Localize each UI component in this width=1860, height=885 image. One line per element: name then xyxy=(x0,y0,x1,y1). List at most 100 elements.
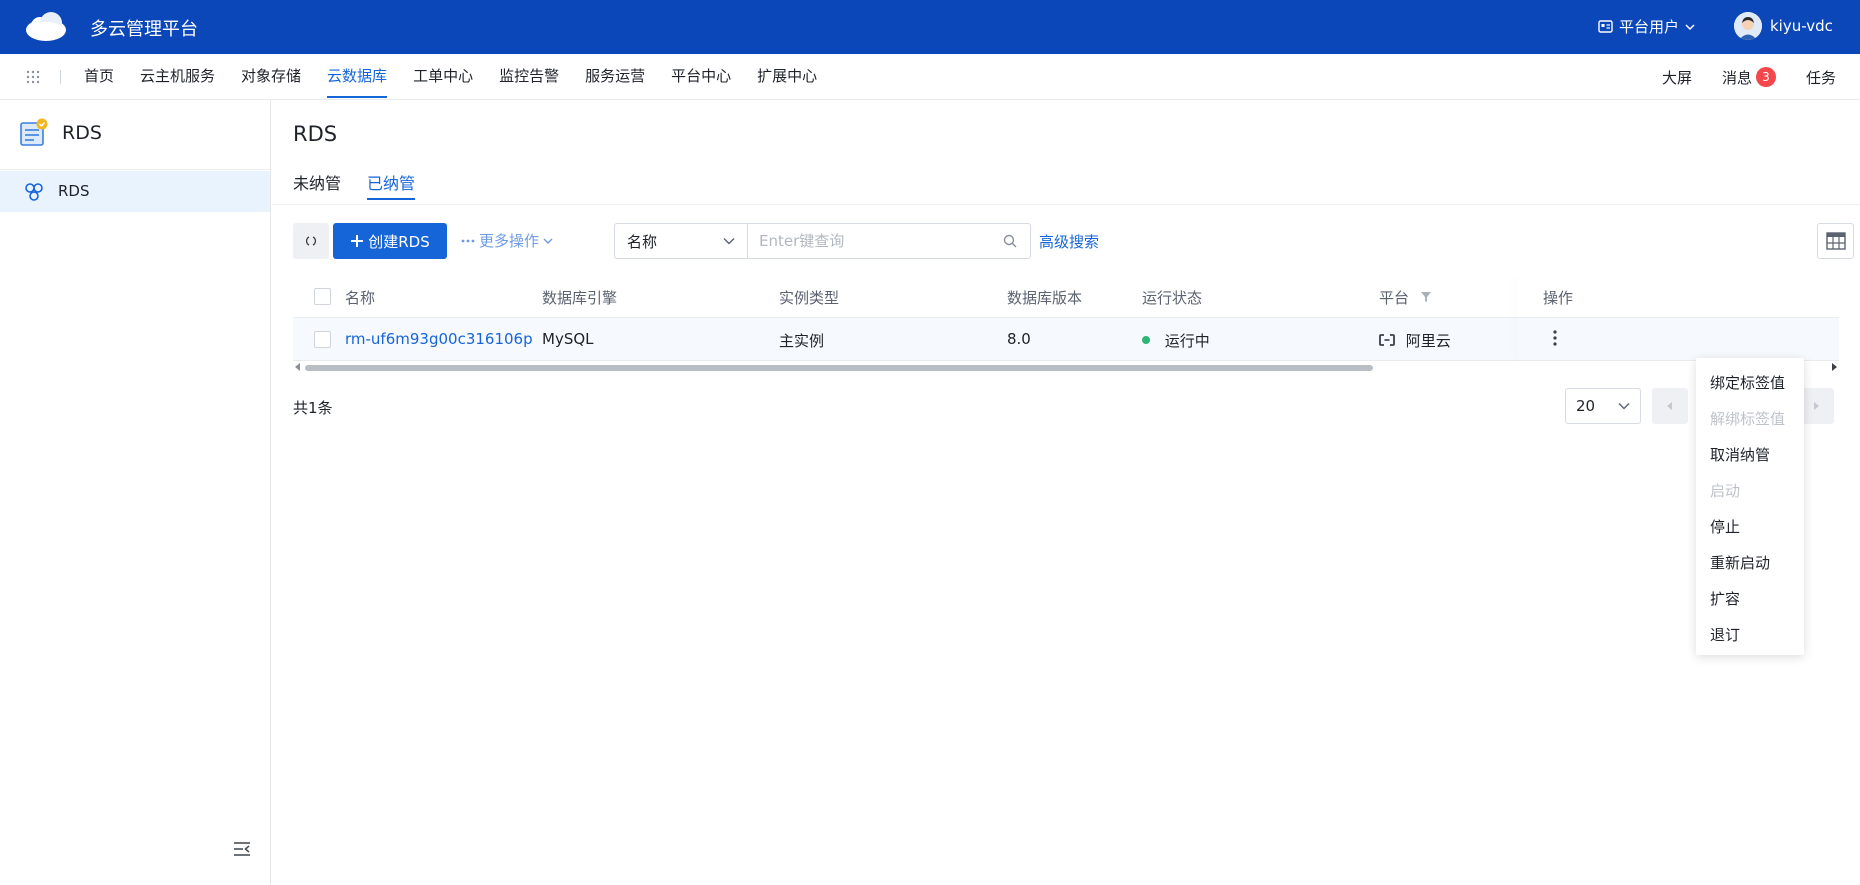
menu-item-scale-up[interactable]: 扩容 xyxy=(1696,581,1804,617)
column-header-platform: 平台 xyxy=(1379,287,1432,308)
tab-divider xyxy=(272,204,1860,205)
app-grid-icon[interactable] xyxy=(26,70,40,84)
sidebar-item-rds[interactable]: RDS xyxy=(0,171,270,212)
prev-page-button[interactable] xyxy=(1652,388,1688,424)
search-field-select[interactable]: 名称 xyxy=(614,223,748,259)
platform-header-label: 平台 xyxy=(1379,289,1410,307)
rds-cluster-icon xyxy=(25,183,43,201)
page-size-select[interactable]: 20 xyxy=(1565,388,1641,424)
top-bar: 多云管理平台 平台用户 kiyu-vdc xyxy=(0,0,1860,54)
big-screen-link[interactable]: 大屏 xyxy=(1662,67,1692,88)
version-value: 8.0 xyxy=(1007,330,1031,348)
rds-table: 名称 数据库引擎 实例类型 数据库版本 运行状态 平台 操作 rm-uf6m93… xyxy=(293,275,1839,371)
platform-user-label: 平台用户 xyxy=(1619,18,1680,36)
nav-item-cloud-host[interactable]: 云主机服务 xyxy=(140,54,215,100)
row-checkbox[interactable] xyxy=(314,331,331,348)
sidebar: RDS RDS xyxy=(0,100,271,885)
chevron-down-icon xyxy=(543,238,553,244)
page-title: RDS xyxy=(293,122,338,146)
more-actions-label: 更多操作 xyxy=(479,232,540,250)
id-card-icon xyxy=(1598,20,1613,33)
menu-item-unbind-tag[interactable]: 解绑标签值 xyxy=(1696,401,1804,437)
refresh-icon xyxy=(305,236,317,246)
database-doc-icon xyxy=(20,118,48,146)
nav-item-cloud-database[interactable]: 云数据库 xyxy=(327,54,388,100)
status-running-dot xyxy=(1142,335,1150,344)
toolbar: 创建RDS 更多操作 名称 高级搜索 xyxy=(293,223,1854,259)
sidebar-header: RDS xyxy=(0,100,270,170)
nav-item-monitoring[interactable]: 监控告警 xyxy=(499,54,559,100)
cloud-logo-icon xyxy=(26,12,66,41)
tab-unmanaged[interactable]: 未纳管 xyxy=(293,170,341,200)
table-header: 名称 数据库引擎 实例类型 数据库版本 运行状态 平台 操作 xyxy=(293,275,1839,318)
menu-item-unmanage[interactable]: 取消纳管 xyxy=(1696,437,1804,473)
rds-instance-name-link[interactable]: rm-uf6m93g00c316106p xyxy=(345,330,533,348)
search-icon[interactable] xyxy=(1003,234,1017,248)
user-menu[interactable]: kiyu-vdc xyxy=(1734,12,1833,40)
aliyun-logo-icon xyxy=(1379,334,1395,346)
tab-managed[interactable]: 已纳管 xyxy=(367,170,416,200)
platform-cell: 阿里云 xyxy=(1379,330,1451,351)
nav-item-extension-center[interactable]: 扩展中心 xyxy=(757,54,817,100)
plus-icon xyxy=(351,235,364,247)
column-header-actions: 操作 xyxy=(1543,289,1574,307)
nav-items: 首页 云主机服务 对象存储 云数据库 工单中心 监控告警 服务运营 平台中心 扩… xyxy=(84,54,843,100)
nav-item-home[interactable]: 首页 xyxy=(84,54,114,100)
avatar xyxy=(1734,12,1762,40)
menu-item-unsubscribe[interactable]: 退订 xyxy=(1696,617,1804,653)
filter-icon[interactable] xyxy=(1420,291,1432,303)
sidebar-title: RDS xyxy=(62,122,102,144)
table-columns-icon xyxy=(1825,232,1846,250)
message-count-badge: 3 xyxy=(1755,67,1776,87)
collapse-sidebar-icon[interactable] xyxy=(232,840,252,858)
platform-user-dropdown[interactable]: 平台用户 xyxy=(1598,16,1695,37)
chevron-down-icon xyxy=(723,238,735,245)
table-row: rm-uf6m93g00c316106p MySQL 主实例 8.0 运行中 阿… xyxy=(293,318,1839,361)
scrollbar-thumb[interactable] xyxy=(305,365,1373,371)
main-content: RDS 未纳管 已纳管 创建RDS 更多操作 名称 Enter键查询 高级搜索 … xyxy=(272,100,1860,885)
username: kiyu-vdc xyxy=(1770,17,1833,35)
chevron-left-icon xyxy=(1667,402,1672,410)
advanced-search-link[interactable]: 高级搜索 xyxy=(1039,231,1099,252)
platform-value: 阿里云 xyxy=(1405,332,1451,350)
select-all-checkbox[interactable] xyxy=(314,288,331,305)
menu-item-start[interactable]: 启动 xyxy=(1696,473,1804,509)
nav-item-ticket-center[interactable]: 工单中心 xyxy=(413,54,473,100)
nav-item-platform-center[interactable]: 平台中心 xyxy=(671,54,731,100)
app-title: 多云管理平台 xyxy=(90,19,198,40)
sidebar-item-label: RDS xyxy=(58,182,90,200)
search-input[interactable] xyxy=(759,225,999,257)
nav-item-object-storage[interactable]: 对象存储 xyxy=(241,54,301,100)
scroll-right-icon[interactable] xyxy=(1831,363,1837,371)
column-header-status: 运行状态 xyxy=(1142,289,1203,307)
status-value: 运行中 xyxy=(1164,332,1210,350)
nav-divider xyxy=(60,70,61,84)
menu-item-bind-tag[interactable]: 绑定标签值 xyxy=(1696,365,1804,401)
column-header-engine: 数据库引擎 xyxy=(542,289,618,307)
column-header-version: 数据库版本 xyxy=(1007,289,1083,307)
chevron-down-icon xyxy=(1618,403,1630,410)
instance-type-value: 主实例 xyxy=(779,332,825,350)
nav-item-service-ops[interactable]: 服务运营 xyxy=(585,54,645,100)
more-actions-button[interactable]: 更多操作 xyxy=(461,223,553,259)
horizontal-scrollbar[interactable] xyxy=(293,363,1839,371)
refresh-button[interactable] xyxy=(293,223,329,259)
messages-link[interactable]: 消息 3 xyxy=(1722,67,1776,88)
create-rds-button[interactable]: 创建RDS xyxy=(333,223,447,259)
engine-value: MySQL xyxy=(542,330,594,348)
scroll-left-icon[interactable] xyxy=(295,363,301,371)
search-box xyxy=(747,223,1031,259)
status-cell: 运行中 xyxy=(1142,330,1210,351)
menu-item-stop[interactable]: 停止 xyxy=(1696,509,1804,545)
tasks-link[interactable]: 任务 xyxy=(1806,67,1836,88)
column-settings-button[interactable] xyxy=(1817,223,1854,259)
tabs: 未纳管 已纳管 xyxy=(293,170,441,200)
page-size-value: 20 xyxy=(1576,397,1596,415)
actions-column-divider xyxy=(1519,275,1520,361)
more-dots-icon xyxy=(461,239,475,243)
column-header-name: 名称 xyxy=(345,289,376,307)
menu-item-restart[interactable]: 重新启动 xyxy=(1696,545,1804,581)
row-actions-menu: 绑定标签值 解绑标签值 取消纳管 启动 停止 重新启动 扩容 退订 xyxy=(1696,358,1804,655)
row-actions-button[interactable] xyxy=(1552,329,1558,351)
nav-right-actions: 大屏 消息 3 任务 xyxy=(1632,54,1836,100)
